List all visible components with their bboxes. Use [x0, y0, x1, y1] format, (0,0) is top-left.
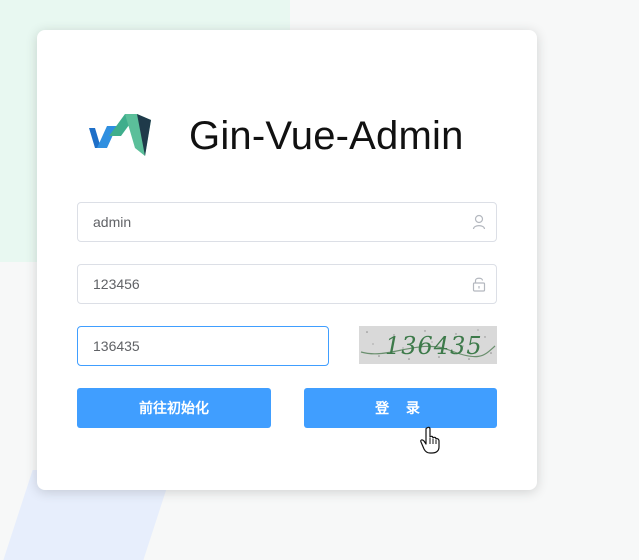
brand-header: Gin-Vue-Admin — [85, 108, 464, 164]
login-card: Gin-Vue-Admin 136435 前往初始化 登 录 — [37, 30, 537, 490]
user-icon — [472, 214, 486, 230]
unlock-icon — [472, 277, 486, 292]
password-field[interactable] — [77, 264, 497, 304]
captcha-text: 136435 — [385, 332, 483, 360]
hand-pointer-icon — [420, 426, 440, 454]
captcha-input[interactable] — [78, 338, 328, 354]
username-input[interactable] — [78, 214, 496, 230]
username-field[interactable] — [77, 202, 497, 242]
init-button[interactable]: 前往初始化 — [77, 388, 271, 428]
login-button[interactable]: 登 录 — [304, 388, 497, 428]
captcha-image[interactable]: 136435 — [359, 326, 497, 364]
captcha-field[interactable] — [77, 326, 329, 366]
gin-vue-admin-logo — [89, 114, 151, 156]
password-input[interactable] — [78, 276, 496, 292]
app-title: Gin-Vue-Admin — [189, 113, 464, 158]
